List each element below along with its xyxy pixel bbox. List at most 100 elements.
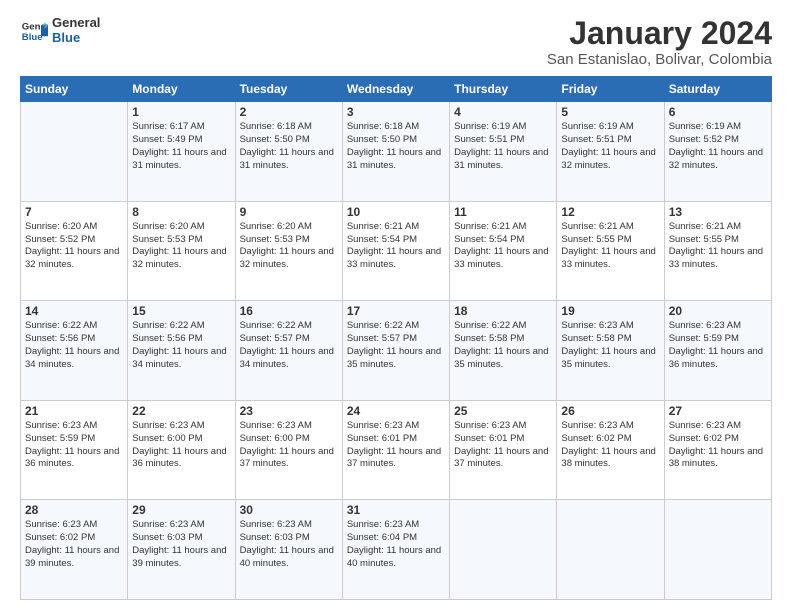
day-number: 23 [240, 404, 338, 418]
table-row [557, 500, 664, 600]
day-number: 24 [347, 404, 445, 418]
table-row: 18 Sunrise: 6:22 AMSunset: 5:58 PMDaylig… [450, 301, 557, 401]
day-number: 1 [132, 105, 230, 119]
day-number: 14 [25, 304, 123, 318]
day-number: 15 [132, 304, 230, 318]
day-number: 31 [347, 503, 445, 517]
day-number: 27 [669, 404, 767, 418]
table-row: 26 Sunrise: 6:23 AMSunset: 6:02 PMDaylig… [557, 400, 664, 500]
table-row: 4 Sunrise: 6:19 AMSunset: 5:51 PMDayligh… [450, 102, 557, 202]
day-info: Sunrise: 6:23 AMSunset: 6:03 PMDaylight:… [240, 519, 338, 570]
day-info: Sunrise: 6:22 AMSunset: 5:56 PMDaylight:… [132, 320, 230, 371]
table-row [21, 102, 128, 202]
day-info: Sunrise: 6:23 AMSunset: 5:58 PMDaylight:… [561, 320, 659, 371]
day-info: Sunrise: 6:23 AMSunset: 6:01 PMDaylight:… [454, 420, 552, 471]
day-number: 21 [25, 404, 123, 418]
logo-general: General [52, 16, 100, 31]
day-number: 26 [561, 404, 659, 418]
day-number: 7 [25, 205, 123, 219]
day-info: Sunrise: 6:23 AMSunset: 6:03 PMDaylight:… [132, 519, 230, 570]
day-number: 9 [240, 205, 338, 219]
day-info: Sunrise: 6:20 AMSunset: 5:52 PMDaylight:… [25, 221, 123, 272]
day-info: Sunrise: 6:22 AMSunset: 5:56 PMDaylight:… [25, 320, 123, 371]
day-info: Sunrise: 6:23 AMSunset: 6:02 PMDaylight:… [669, 420, 767, 471]
day-info: Sunrise: 6:23 AMSunset: 6:00 PMDaylight:… [132, 420, 230, 471]
table-row: 17 Sunrise: 6:22 AMSunset: 5:57 PMDaylig… [342, 301, 449, 401]
day-info: Sunrise: 6:19 AMSunset: 5:52 PMDaylight:… [669, 121, 767, 172]
table-row: 29 Sunrise: 6:23 AMSunset: 6:03 PMDaylig… [128, 500, 235, 600]
day-number: 28 [25, 503, 123, 517]
table-row: 24 Sunrise: 6:23 AMSunset: 6:01 PMDaylig… [342, 400, 449, 500]
table-row: 12 Sunrise: 6:21 AMSunset: 5:55 PMDaylig… [557, 201, 664, 301]
day-number: 29 [132, 503, 230, 517]
day-info: Sunrise: 6:23 AMSunset: 6:02 PMDaylight:… [25, 519, 123, 570]
calendar-week-row: 21 Sunrise: 6:23 AMSunset: 5:59 PMDaylig… [21, 400, 772, 500]
day-info: Sunrise: 6:22 AMSunset: 5:57 PMDaylight:… [347, 320, 445, 371]
day-number: 6 [669, 105, 767, 119]
day-number: 2 [240, 105, 338, 119]
day-info: Sunrise: 6:23 AMSunset: 6:04 PMDaylight:… [347, 519, 445, 570]
table-row: 15 Sunrise: 6:22 AMSunset: 5:56 PMDaylig… [128, 301, 235, 401]
table-row: 20 Sunrise: 6:23 AMSunset: 5:59 PMDaylig… [664, 301, 771, 401]
day-info: Sunrise: 6:21 AMSunset: 5:54 PMDaylight:… [454, 221, 552, 272]
day-info: Sunrise: 6:23 AMSunset: 6:02 PMDaylight:… [561, 420, 659, 471]
table-row: 1 Sunrise: 6:17 AMSunset: 5:49 PMDayligh… [128, 102, 235, 202]
day-number: 20 [669, 304, 767, 318]
day-info: Sunrise: 6:19 AMSunset: 5:51 PMDaylight:… [454, 121, 552, 172]
table-row: 31 Sunrise: 6:23 AMSunset: 6:04 PMDaylig… [342, 500, 449, 600]
header-thursday: Thursday [450, 77, 557, 102]
table-row: 19 Sunrise: 6:23 AMSunset: 5:58 PMDaylig… [557, 301, 664, 401]
calendar-week-row: 14 Sunrise: 6:22 AMSunset: 5:56 PMDaylig… [21, 301, 772, 401]
day-number: 25 [454, 404, 552, 418]
day-number: 18 [454, 304, 552, 318]
day-number: 17 [347, 304, 445, 318]
header: General Blue General Blue January 2024 S… [20, 16, 772, 68]
day-number: 16 [240, 304, 338, 318]
logo-icon: General Blue [20, 17, 48, 45]
logo: General Blue General Blue [20, 16, 100, 46]
day-info: Sunrise: 6:18 AMSunset: 5:50 PMDaylight:… [240, 121, 338, 172]
title-block: January 2024 San Estanislao, Bolivar, Co… [547, 16, 772, 68]
table-row: 27 Sunrise: 6:23 AMSunset: 6:02 PMDaylig… [664, 400, 771, 500]
day-info: Sunrise: 6:22 AMSunset: 5:58 PMDaylight:… [454, 320, 552, 371]
table-row: 30 Sunrise: 6:23 AMSunset: 6:03 PMDaylig… [235, 500, 342, 600]
calendar-week-row: 7 Sunrise: 6:20 AMSunset: 5:52 PMDayligh… [21, 201, 772, 301]
day-info: Sunrise: 6:21 AMSunset: 5:54 PMDaylight:… [347, 221, 445, 272]
day-info: Sunrise: 6:22 AMSunset: 5:57 PMDaylight:… [240, 320, 338, 371]
header-friday: Friday [557, 77, 664, 102]
calendar-page: General Blue General Blue January 2024 S… [0, 0, 792, 612]
calendar-table: Sunday Monday Tuesday Wednesday Thursday… [20, 76, 772, 600]
calendar-title: January 2024 [547, 16, 772, 51]
weekday-header-row: Sunday Monday Tuesday Wednesday Thursday… [21, 77, 772, 102]
day-info: Sunrise: 6:20 AMSunset: 5:53 PMDaylight:… [240, 221, 338, 272]
table-row: 5 Sunrise: 6:19 AMSunset: 5:51 PMDayligh… [557, 102, 664, 202]
day-number: 22 [132, 404, 230, 418]
table-row: 6 Sunrise: 6:19 AMSunset: 5:52 PMDayligh… [664, 102, 771, 202]
table-row [450, 500, 557, 600]
calendar-week-row: 28 Sunrise: 6:23 AMSunset: 6:02 PMDaylig… [21, 500, 772, 600]
day-number: 10 [347, 205, 445, 219]
calendar-subtitle: San Estanislao, Bolivar, Colombia [547, 51, 772, 68]
svg-text:Blue: Blue [22, 32, 43, 43]
table-row: 25 Sunrise: 6:23 AMSunset: 6:01 PMDaylig… [450, 400, 557, 500]
day-number: 13 [669, 205, 767, 219]
table-row: 9 Sunrise: 6:20 AMSunset: 5:53 PMDayligh… [235, 201, 342, 301]
header-tuesday: Tuesday [235, 77, 342, 102]
table-row: 7 Sunrise: 6:20 AMSunset: 5:52 PMDayligh… [21, 201, 128, 301]
day-number: 8 [132, 205, 230, 219]
day-info: Sunrise: 6:23 AMSunset: 5:59 PMDaylight:… [669, 320, 767, 371]
table-row: 14 Sunrise: 6:22 AMSunset: 5:56 PMDaylig… [21, 301, 128, 401]
table-row: 13 Sunrise: 6:21 AMSunset: 5:55 PMDaylig… [664, 201, 771, 301]
table-row: 21 Sunrise: 6:23 AMSunset: 5:59 PMDaylig… [21, 400, 128, 500]
day-number: 12 [561, 205, 659, 219]
day-info: Sunrise: 6:23 AMSunset: 6:01 PMDaylight:… [347, 420, 445, 471]
day-info: Sunrise: 6:17 AMSunset: 5:49 PMDaylight:… [132, 121, 230, 172]
day-info: Sunrise: 6:23 AMSunset: 6:00 PMDaylight:… [240, 420, 338, 471]
header-wednesday: Wednesday [342, 77, 449, 102]
day-number: 30 [240, 503, 338, 517]
header-monday: Monday [128, 77, 235, 102]
day-info: Sunrise: 6:23 AMSunset: 5:59 PMDaylight:… [25, 420, 123, 471]
day-info: Sunrise: 6:18 AMSunset: 5:50 PMDaylight:… [347, 121, 445, 172]
table-row: 23 Sunrise: 6:23 AMSunset: 6:00 PMDaylig… [235, 400, 342, 500]
table-row [664, 500, 771, 600]
